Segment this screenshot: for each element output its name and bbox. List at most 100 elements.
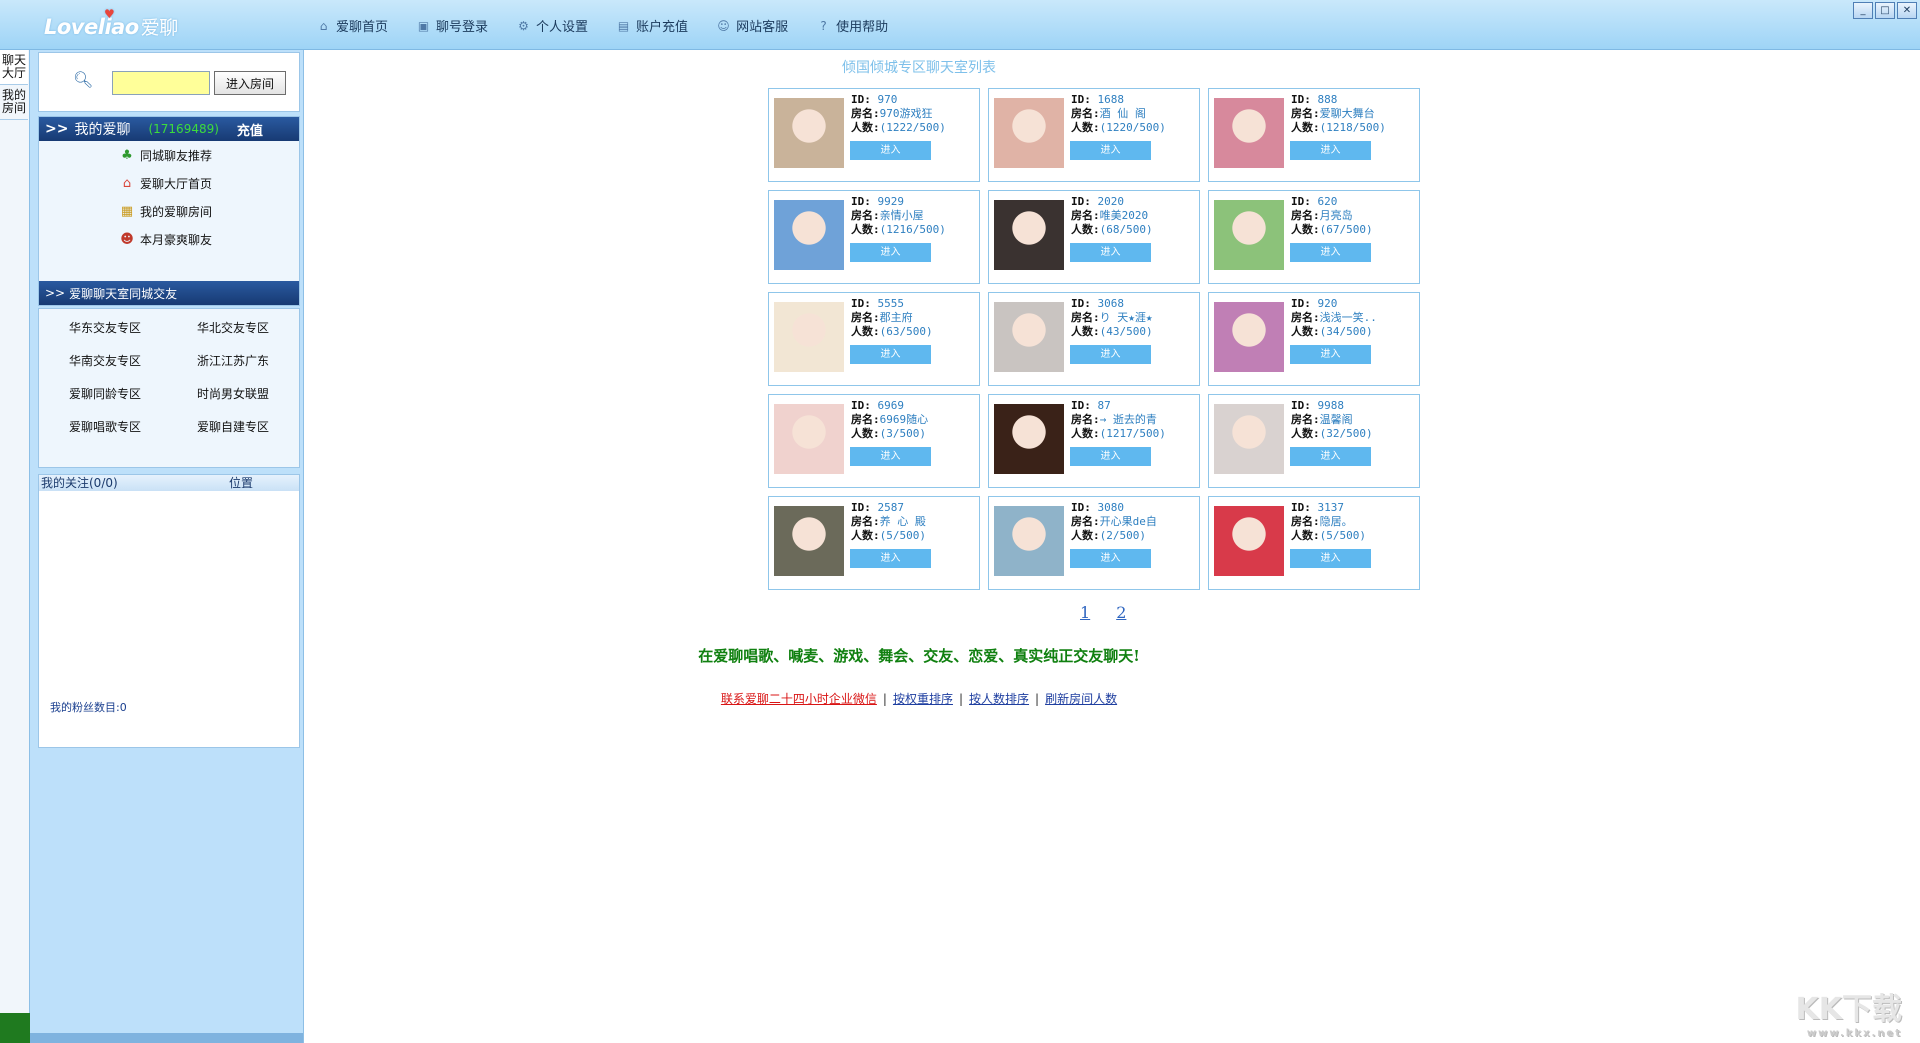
tab-chat-hall[interactable]: 聊天大厅: [0, 50, 28, 85]
room-card[interactable]: ID: 3080 房名:开心果de自 人数:(2/500) 进入: [988, 496, 1200, 590]
room-card[interactable]: ID: 2020 房名:唯美2020 人数:(68/500) 进入: [988, 190, 1200, 284]
room-info: ID: 888 房名:爱聊大舞台 人数:(1218/500): [1291, 93, 1386, 135]
room-card[interactable]: ID: 970 房名:970游戏狂 人数:(1222/500) 进入: [768, 88, 980, 182]
room-id-label: ID:: [1071, 399, 1091, 412]
room-name-label: 房名:: [851, 107, 880, 120]
region-east[interactable]: 华东交友专区: [69, 319, 179, 336]
room-info: ID: 3068 房名:り 天★涯★ 人数:(43/500): [1071, 297, 1153, 339]
room-card[interactable]: ID: 6969 房名:6969随心 人数:(3/500) 进入: [768, 394, 980, 488]
room-card[interactable]: ID: 920 房名:浅浅一笑.. 人数:(34/500) 进入: [1208, 292, 1420, 386]
left-panel: 🔍︎ 进入房间 >> 我的爱聊 (17169489) 充值 ♣ 同城聊友推荐 ⌂ 爱…: [30, 50, 303, 1043]
my-item-hall-home[interactable]: ⌂ 爱聊大厅首页: [39, 169, 299, 197]
room-count-label: 人数:: [851, 223, 880, 236]
enter-button[interactable]: 进入: [1070, 243, 1151, 262]
room-thumbnail[interactable]: [774, 98, 844, 168]
region-singing[interactable]: 爱聊唱歌专区: [69, 418, 179, 435]
nav-help[interactable]: ? 使用帮助: [816, 16, 888, 36]
room-thumbnail[interactable]: [774, 302, 844, 372]
room-thumbnail[interactable]: [1214, 404, 1284, 474]
enter-button[interactable]: 进入: [1290, 447, 1371, 466]
nav-support[interactable]: ☺ 网站客服: [716, 16, 788, 36]
room-card[interactable]: ID: 888 房名:爱聊大舞台 人数:(1218/500) 进入: [1208, 88, 1420, 182]
region-self-built[interactable]: 爱聊自建专区: [197, 418, 307, 435]
room-thumbnail[interactable]: [774, 404, 844, 474]
my-item-my-room[interactable]: ▦ 我的爱聊房间: [39, 197, 299, 225]
nav-recharge[interactable]: ▤ 账户充值: [616, 16, 688, 36]
room-thumbnail[interactable]: [994, 404, 1064, 474]
enter-button[interactable]: 进入: [850, 345, 931, 364]
enter-button[interactable]: 进入: [1070, 345, 1151, 364]
close-button[interactable]: ✕: [1897, 2, 1917, 19]
region-list: 华东交友专区 华北交友专区 华南交友专区 浙江江苏广东 爱聊同龄专区 时尚男女联…: [38, 308, 300, 468]
room-thumbnail[interactable]: [774, 200, 844, 270]
enter-button[interactable]: 进入: [1290, 141, 1371, 160]
room-thumbnail[interactable]: [994, 200, 1064, 270]
region-south[interactable]: 华南交友专区: [69, 352, 179, 369]
room-card[interactable]: ID: 9988 房名:温馨阁 人数:(32/500) 进入: [1208, 394, 1420, 488]
enter-button[interactable]: 进入: [850, 447, 931, 466]
room-card[interactable]: ID: 87 房名:→ 逝去的青 人数:(1217/500) 进入: [988, 394, 1200, 488]
room-name-label: 房名:: [1291, 209, 1320, 222]
room-id-label: ID:: [851, 195, 871, 208]
nav-home[interactable]: ⌂ 爱聊首页: [316, 16, 388, 36]
maximize-button[interactable]: □: [1875, 2, 1895, 19]
room-thumbnail[interactable]: [774, 506, 844, 576]
enter-room-button[interactable]: 进入房间: [214, 71, 286, 95]
room-thumbnail[interactable]: [994, 506, 1064, 576]
room-card[interactable]: ID: 2587 房名:养 心 殿人数:(5/500) 进入: [768, 496, 980, 590]
room-id-label: ID:: [1071, 195, 1091, 208]
page-link-2[interactable]: 2: [1116, 603, 1126, 622]
room-id-label: ID:: [851, 93, 871, 106]
enter-button[interactable]: 进入: [1290, 243, 1371, 262]
region-header[interactable]: >> 爱聊聊天室同城交友: [39, 281, 299, 305]
region-fashion[interactable]: 时尚男女联盟: [197, 385, 307, 402]
my-item-monthly-top[interactable]: ☻ 本月豪爽聊友: [39, 225, 299, 253]
page-link-1[interactable]: 1: [1080, 603, 1090, 622]
room-card[interactable]: ID: 5555 房名:郡主府 人数:(63/500) 进入: [768, 292, 980, 386]
tab-my-room[interactable]: 我的房间: [0, 85, 28, 120]
region-north[interactable]: 华北交友专区: [197, 319, 307, 336]
room-thumbnail[interactable]: [1214, 302, 1284, 372]
follow-position-column[interactable]: 位置: [229, 475, 253, 491]
room-thumbnail[interactable]: [994, 98, 1064, 168]
sort-by-count-link[interactable]: 按人数排序: [969, 692, 1029, 706]
room-name: 酒 仙 阁: [1099, 107, 1146, 120]
enter-button[interactable]: 进入: [1070, 549, 1151, 568]
room-thumbnail[interactable]: [1214, 200, 1284, 270]
room-name: → 逝去的青: [1099, 413, 1157, 426]
sort-by-weight-link[interactable]: 按权重排序: [893, 692, 953, 706]
recharge-link[interactable]: 充值: [237, 120, 263, 139]
top-bar: Loveliao ♥ 爱聊 ⌂ 爱聊首页 ▣ 聊号登录 ⚙ 个人设置 ▤ 账户充值 ☺ 网站客…: [0, 0, 1920, 50]
room-card[interactable]: ID: 620 房名:月亮岛 人数:(67/500) 进入: [1208, 190, 1420, 284]
nav-settings[interactable]: ⚙ 个人设置: [516, 16, 588, 36]
contact-wechat-link[interactable]: 联系爱聊二十四小时企业微信: [721, 692, 877, 706]
room-thumbnail[interactable]: [1214, 98, 1284, 168]
room-card[interactable]: ID: 9929 房名:亲情小屋 人数:(1216/500) 进入: [768, 190, 980, 284]
room-card[interactable]: ID: 3137 房名:隐居。 人数:(5/500) 进入: [1208, 496, 1420, 590]
room-thumbnail[interactable]: [1214, 506, 1284, 576]
room-id: 6969: [877, 399, 905, 412]
refresh-count-link[interactable]: 刷新房间人数: [1045, 692, 1117, 706]
region-same-age[interactable]: 爱聊同龄专区: [69, 385, 179, 402]
room-id: 3068: [1097, 297, 1125, 310]
enter-button[interactable]: 进入: [850, 141, 931, 160]
enter-button[interactable]: 进入: [1290, 549, 1371, 568]
room-thumbnail[interactable]: [994, 302, 1064, 372]
region-zhejiang[interactable]: 浙江江苏广东: [197, 352, 307, 369]
minimize-button[interactable]: _: [1853, 2, 1873, 19]
room-search-input[interactable]: [112, 71, 210, 95]
my-item-local-friends[interactable]: ♣ 同城聊友推荐: [39, 141, 299, 169]
enter-button[interactable]: 进入: [1070, 141, 1151, 160]
room-card[interactable]: ID: 1688 房名:酒 仙 阁人数:(1220/500) 进入: [988, 88, 1200, 182]
search-box: 🔍︎ 进入房间: [38, 52, 300, 112]
room-info: ID: 1688 房名:酒 仙 阁人数:(1220/500): [1071, 93, 1166, 135]
room-card[interactable]: ID: 3068 房名:り 天★涯★ 人数:(43/500) 进入: [988, 292, 1200, 386]
room-id-label: ID:: [851, 501, 871, 514]
enter-button[interactable]: 进入: [850, 243, 931, 262]
enter-button[interactable]: 进入: [1290, 345, 1371, 364]
app-logo[interactable]: Loveliao ♥ 爱聊: [44, 7, 178, 40]
enter-button[interactable]: 进入: [1070, 447, 1151, 466]
enter-button[interactable]: 进入: [850, 549, 931, 568]
nav-login[interactable]: ▣ 聊号登录: [416, 16, 488, 36]
room-count: (3/500): [879, 427, 926, 440]
